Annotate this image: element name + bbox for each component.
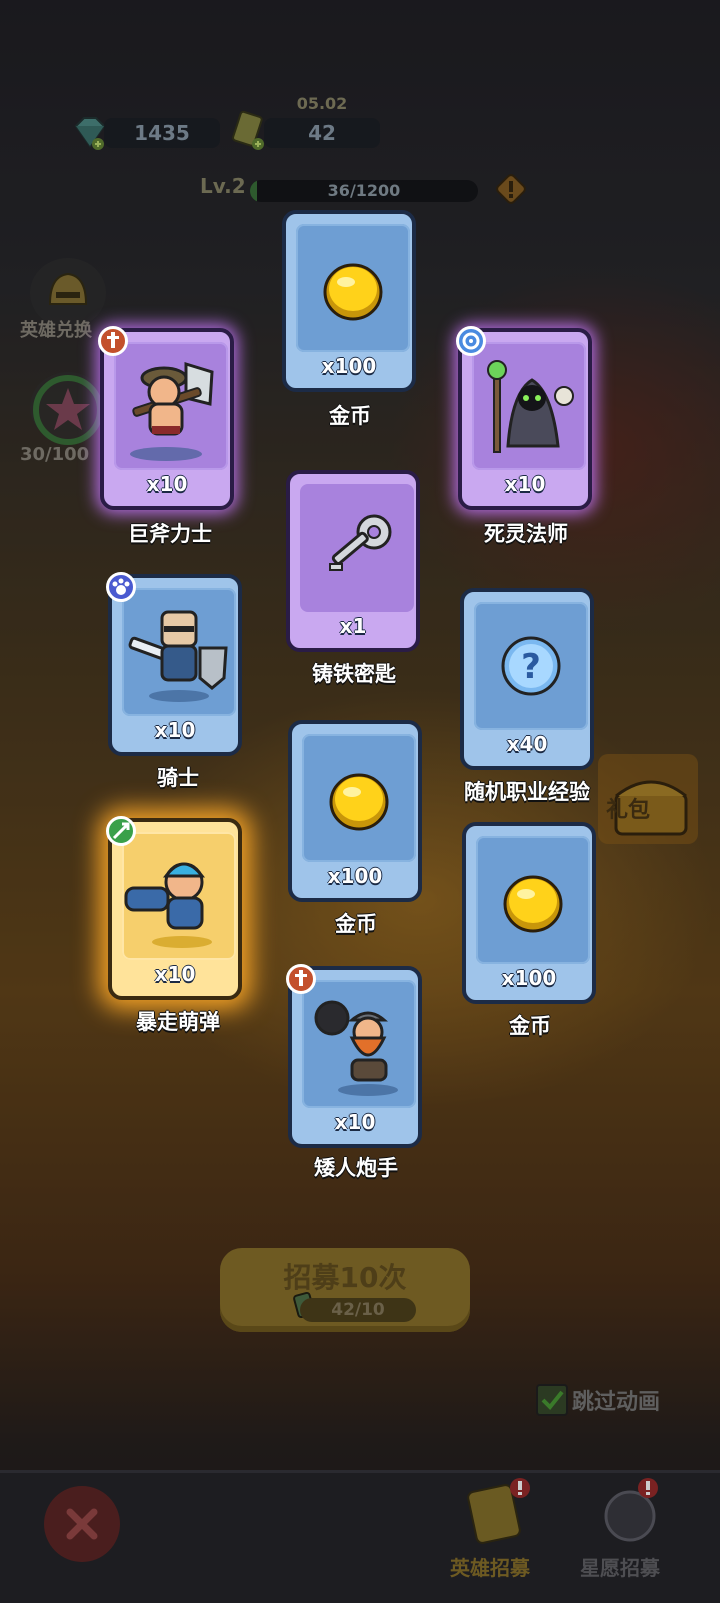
card-quantity: x10 (334, 1110, 376, 1134)
card-quantity: x1 (339, 614, 367, 638)
warrior-class-icon (286, 964, 316, 994)
reward-card-gold-2[interactable]: x100 (288, 720, 422, 902)
reward-card-iron-key[interactable]: x1 (286, 470, 420, 652)
bomber-portrait (124, 862, 212, 948)
skip-animation-label: 跳过动画 (572, 1390, 661, 1415)
card-quantity: x100 (327, 864, 383, 888)
tab-wish-recruit[interactable]: 星愿招募 (580, 1552, 660, 1581)
card-name: 死灵法师 (484, 522, 568, 546)
card-name: 矮人炮手 (314, 1156, 398, 1180)
reward-card-necromancer[interactable]: x10 (456, 326, 592, 510)
card-quantity: x100 (501, 966, 557, 990)
key-icon (329, 514, 392, 571)
recruit-ticket-icon[interactable] (228, 110, 268, 154)
check-icon (541, 1390, 564, 1410)
card-name: 金币 (335, 912, 377, 936)
card-quantity: x100 (321, 354, 377, 378)
gold-coin-icon (329, 773, 389, 831)
necromancer-portrait (487, 360, 574, 453)
card-name: 金币 (329, 404, 371, 428)
card-name: 暴走萌弹 (136, 1010, 220, 1034)
card-name: 铸铁密匙 (312, 662, 396, 686)
reward-card-knight[interactable]: x10 (106, 572, 242, 756)
axe-warrior-portrait (130, 361, 214, 461)
wish-recruit-tab-icon (604, 1478, 658, 1542)
svg-text:?: ? (521, 647, 541, 687)
mage-class-icon (456, 326, 486, 356)
reward-card-axe-warrior[interactable]: x10 (98, 326, 234, 510)
ticket-count: 42 (264, 118, 380, 148)
top-hud: 05.02 1435 42 Lv.2 36/1200 (0, 0, 720, 220)
tab-hero-recruit[interactable]: 英雄招募 (450, 1552, 530, 1581)
gem-count: 1435 (104, 118, 220, 148)
card-quantity: x10 (154, 718, 196, 742)
recruit-10-label: 招募10次 (283, 1261, 407, 1294)
xp-text: 36/1200 (327, 181, 401, 200)
event-date: 05.02 (296, 94, 348, 113)
card-quantity: x10 (154, 962, 196, 986)
player-level: Lv.2 (200, 174, 246, 198)
close-button[interactable] (44, 1486, 120, 1562)
reward-card-random-exp[interactable]: ? x40 (460, 588, 594, 770)
reward-card-gold-3[interactable]: x100 (462, 822, 596, 1004)
card-name: 金币 (509, 1014, 551, 1038)
card-name: 骑士 (157, 766, 199, 790)
knight-portrait (128, 610, 228, 702)
gold-coin-icon (323, 263, 383, 321)
question-orb-icon: ? (501, 636, 561, 696)
gold-coin-icon (503, 875, 563, 933)
card-quantity: x40 (506, 732, 548, 756)
hero-recruit-tab-icon (467, 1478, 530, 1544)
reward-card-bomber[interactable]: x10 (106, 816, 242, 1000)
close-icon (66, 1508, 98, 1540)
card-name: 随机职业经验 (464, 780, 590, 804)
star-icon (33, 375, 103, 445)
card-quantity: x10 (146, 472, 188, 496)
star-progress-button[interactable] (30, 372, 106, 445)
skip-animation-checkbox[interactable] (536, 1384, 568, 1416)
paw-class-icon (106, 572, 136, 602)
dwarf-gunner-portrait (314, 1000, 398, 1096)
reward-card-dwarf-gunner[interactable]: x10 (286, 964, 422, 1148)
recruit-ticket-count: 42/10 (300, 1298, 416, 1322)
warning-icon[interactable] (494, 172, 528, 206)
card-quantity: x10 (504, 472, 546, 496)
warrior-class-icon (98, 326, 128, 356)
reward-card-gold-1[interactable]: x100 (282, 210, 416, 392)
archer-class-icon (106, 816, 136, 846)
card-name: 巨斧力士 (128, 522, 212, 546)
